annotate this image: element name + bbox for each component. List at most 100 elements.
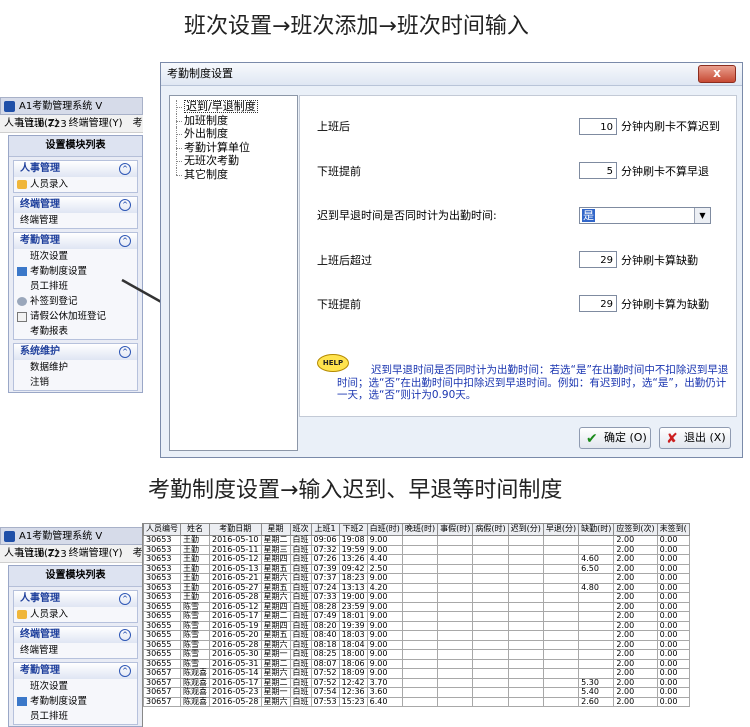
tree-item-other[interactable]: 其它制度 <box>170 167 297 182</box>
column-header[interactable]: 迟到(分) <box>507 523 544 536</box>
table-cell <box>507 582 544 593</box>
column-header[interactable]: 缺勤(时) <box>578 523 615 536</box>
table-cell <box>542 573 580 584</box>
table-row[interactable]: 30655 陈雪 2016-05-17 星期二 白班 07:49 18:01 9.00 2.00… <box>143 611 690 622</box>
table-cell <box>401 601 439 612</box>
menu-terminal[interactable]: 终端管理(Y) <box>69 548 123 559</box>
column-header[interactable]: 考勤日期 <box>209 523 262 536</box>
table-cell <box>542 582 580 593</box>
column-header[interactable]: 未签到( <box>656 523 690 536</box>
item-terminal[interactable]: 终端管理 <box>14 213 137 228</box>
item-leave-register[interactable]: 请假公休加班登记 <box>14 309 137 324</box>
absent-early-input[interactable]: 29 <box>579 295 617 312</box>
item-attendance-rules[interactable]: 考勤制度设置 <box>14 694 137 709</box>
collapse-chevron-icon[interactable]: ^ <box>119 346 131 358</box>
table-cell <box>507 668 544 679</box>
column-header[interactable]: 姓名 <box>180 523 210 536</box>
group-attendance-header[interactable]: 考勤管理 ^ <box>14 233 137 249</box>
table-cell: 陈雪 <box>180 630 210 641</box>
item-data-maintenance[interactable]: 数据维护 <box>14 360 137 375</box>
table-cell <box>578 630 615 641</box>
item-staff-schedule[interactable]: 员工排班 <box>14 709 137 724</box>
item-terminal[interactable]: 终端管理 <box>14 643 137 658</box>
collapse-chevron-icon[interactable]: ^ <box>119 163 131 175</box>
early-label: 下班提前 <box>317 165 361 178</box>
item-signin-register[interactable]: 补签到登记 <box>14 294 137 309</box>
absent-after-input[interactable]: 29 <box>579 251 617 268</box>
column-header[interactable]: 早退(分) <box>542 523 580 536</box>
item-shift-setup[interactable]: 班次设置 <box>14 679 137 694</box>
table-row[interactable]: 30655 陈雪 2016-05-30 星期一 白班 08:25 18:00 9.00 2.00… <box>143 649 690 660</box>
group-personnel-header[interactable]: 人事管理 ^ <box>14 161 137 177</box>
table-cell <box>437 620 474 631</box>
menu-terminal[interactable]: 终端管理(Y) <box>69 118 123 129</box>
column-header[interactable]: 班次 <box>289 523 312 536</box>
early-suffix: 分钟刷卡不算早退 <box>621 165 709 178</box>
collapse-chevron-icon[interactable]: ^ <box>119 235 131 247</box>
item-shift-setup[interactable]: 班次设置 <box>14 249 137 264</box>
tree-item-late-early[interactable]: 迟到/早退制度 <box>170 100 297 114</box>
column-header[interactable]: 下班2 <box>338 523 368 536</box>
tree-item-overtime[interactable]: 加班制度 <box>170 113 297 127</box>
table-row[interactable]: 30655 陈雪 2016-05-20 星期五 白班 08:40 18:03 9.00 2.00… <box>143 630 690 641</box>
table-cell: 12:36 <box>338 687 368 698</box>
absent-after-suffix: 分钟刷卡算缺勤 <box>621 254 698 267</box>
table-row[interactable]: 30653 王勤 2016-05-21 星期六 白班 07:37 18:23 9.00 2.00… <box>143 573 690 584</box>
column-header[interactable]: 星期 <box>260 523 291 536</box>
tree-item-calc-unit[interactable]: 考勤计算单位 <box>170 140 297 154</box>
column-header[interactable]: 白班(时) <box>366 523 403 536</box>
item-attendance-report[interactable]: 考勤报表 <box>14 324 137 339</box>
collapse-chevron-icon[interactable]: ^ <box>119 593 131 605</box>
table-row[interactable]: 30657 陈观喜 2016-05-14 星期六 白班 07:52 18:09 9.00 2.0… <box>143 668 690 679</box>
table-cell <box>472 554 509 565</box>
table-cell <box>401 658 439 669</box>
menu-attendance[interactable]: 考勤管 <box>133 118 143 129</box>
tree-item-outing[interactable]: 外出制度 <box>170 127 297 141</box>
item-logout[interactable]: 注销 <box>14 375 137 390</box>
ok-button[interactable]: ✔ 确定 (O) <box>579 427 651 449</box>
table-cell <box>472 668 509 679</box>
table-cell: 09:06 <box>310 535 340 546</box>
table-row[interactable]: 30653 王勤 2016-05-10 星期二 白班 09:06 19:08 9.00 2.00… <box>143 535 690 546</box>
item-person-entry[interactable]: 人员录入 <box>14 177 137 192</box>
column-header[interactable]: 人员编号 <box>143 523 181 536</box>
table-header-row: 人员编号 姓名 考勤日期 星期 班次 上班1 下班2 白班(时) 晚班(时) 事假(时) 病假(时)… <box>143 523 690 536</box>
item-person-entry[interactable]: 人员录入 <box>14 607 137 622</box>
group-terminal-header[interactable]: 终端管理 ^ <box>14 627 137 643</box>
column-header[interactable]: 事假(时) <box>437 523 474 536</box>
table-cell <box>401 649 439 660</box>
early-grace-input[interactable]: 5 <box>579 162 617 179</box>
table-cell <box>437 582 474 593</box>
column-header[interactable]: 应签到(次) <box>613 523 658 536</box>
collapse-chevron-icon[interactable]: ^ <box>119 665 131 677</box>
item-attendance-rules[interactable]: 考勤制度设置 <box>14 264 137 279</box>
exit-button[interactable]: ✘ 退出 (X) <box>659 427 731 449</box>
group-attendance-header[interactable]: 考勤管理 ^ <box>14 663 137 679</box>
table-cell: 4.40 <box>366 554 403 565</box>
group-terminal-header[interactable]: 终端管理 ^ <box>14 197 137 213</box>
group-personnel: 人事管理 ^ 人员录入 <box>13 590 138 623</box>
table-row[interactable]: 30657 陈观喜 2016-05-23 星期一 白班 07:54 12:36 3.60 5.4… <box>143 687 690 698</box>
dropdown-arrow-icon[interactable]: ▼ <box>694 208 710 223</box>
collapse-chevron-icon[interactable]: ^ <box>119 629 131 641</box>
app-logo-icon <box>4 531 15 542</box>
item-staff-schedule[interactable]: 员工排班 <box>14 279 137 294</box>
late-grace-input[interactable]: 10 <box>579 118 617 135</box>
column-header[interactable]: 上班1 <box>310 523 340 536</box>
app-logo-icon <box>4 101 15 112</box>
collapse-chevron-icon[interactable]: ^ <box>119 199 131 211</box>
group-personnel-header[interactable]: 人事管理 ^ <box>14 591 137 607</box>
table-row[interactable]: 30653 王勤 2016-05-12 星期四 白班 07:26 13:26 4.40 4.60… <box>143 554 690 565</box>
table-cell: 白班 <box>289 696 312 707</box>
table-row[interactable]: 30653 王勤 2016-05-28 星期六 白班 07:33 19:00 9.00 2.00… <box>143 592 690 603</box>
table-cell <box>507 601 544 612</box>
table-cell <box>507 544 544 555</box>
column-header[interactable]: 晚班(时) <box>401 523 439 536</box>
table-row[interactable]: 30657 陈观喜 2016-05-28 星期六 白班 07:53 15:23 6.40 2.6… <box>143 696 690 707</box>
table-cell: 2016-05-28 <box>209 696 262 707</box>
tree-item-no-shift[interactable]: 无班次考勤 <box>170 154 297 168</box>
column-header[interactable]: 病假(时) <box>472 523 509 536</box>
count-as-attendance-select[interactable]: 是 ▼ <box>579 207 711 224</box>
close-button[interactable]: x <box>698 65 736 83</box>
group-system-header[interactable]: 系统维护 ^ <box>14 344 137 360</box>
